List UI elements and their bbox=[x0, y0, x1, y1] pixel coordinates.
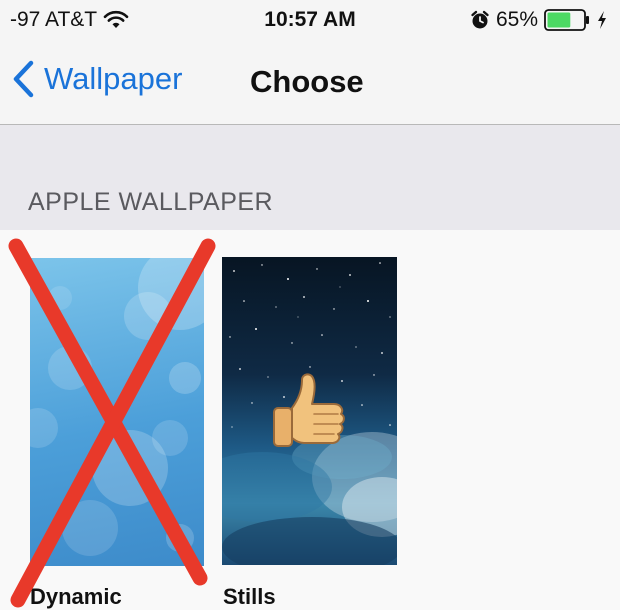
wallpaper-choose-screen: -97 AT&T 10:57 AM 65% Wallpaper Choose A… bbox=[0, 0, 620, 610]
status-right: 65% bbox=[470, 8, 608, 32]
battery-percent: 65% bbox=[495, 8, 538, 31]
status-bar: -97 AT&T 10:57 AM 65% bbox=[0, 0, 620, 40]
battery-icon bbox=[544, 9, 589, 31]
page-title: Choose bbox=[250, 64, 364, 99]
wallpaper-label-stills: Stills bbox=[223, 584, 276, 609]
wallpaper-dynamic-thumbnail[interactable] bbox=[30, 258, 204, 566]
wallpaper-label-dynamic: Dynamic bbox=[30, 584, 122, 609]
dynamic-bubbles-image bbox=[30, 258, 204, 556]
charging-bolt-icon bbox=[598, 11, 606, 29]
thumbs-up-icon bbox=[273, 373, 345, 447]
battery-fill bbox=[547, 12, 571, 28]
back-button[interactable]: Wallpaper bbox=[12, 60, 182, 98]
section-title: APPLE WALLPAPER bbox=[28, 188, 274, 216]
nav-bar: Wallpaper Choose bbox=[0, 40, 620, 125]
alarm-icon bbox=[471, 10, 489, 29]
back-button-label: Wallpaper bbox=[44, 61, 183, 96]
section-header: APPLE WALLPAPER bbox=[0, 125, 620, 230]
chevron-left-icon bbox=[13, 60, 34, 98]
